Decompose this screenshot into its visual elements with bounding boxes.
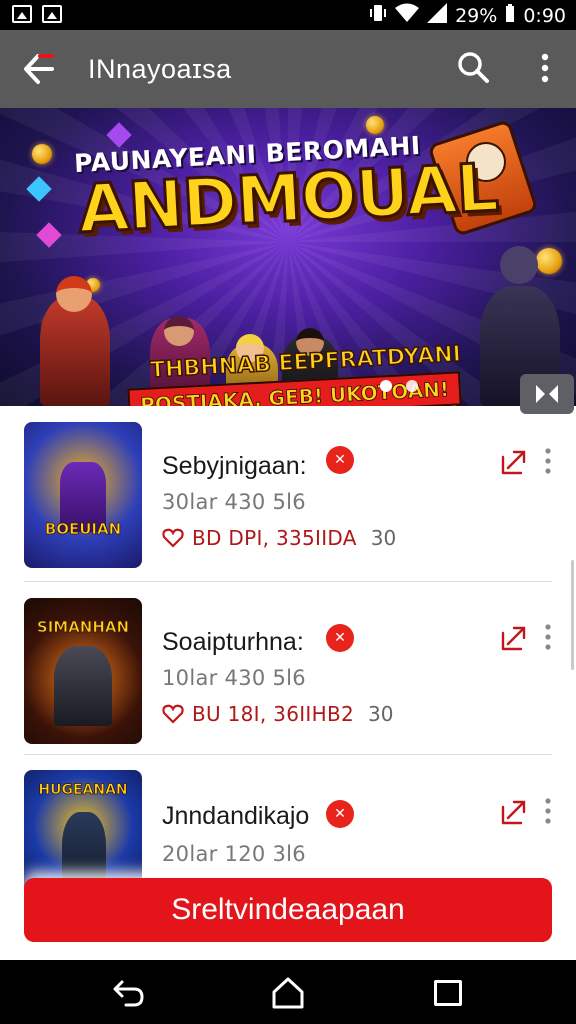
clock: 0:90 <box>523 4 566 27</box>
carousel-indicator <box>380 380 418 392</box>
thumbnail-text: BOEUIAN <box>44 520 122 539</box>
close-badge-icon[interactable]: ✕ <box>326 446 354 474</box>
gallery-icon <box>42 5 62 23</box>
coin-decoration <box>536 248 562 274</box>
carousel-dot-active[interactable] <box>380 380 392 392</box>
share-icon <box>501 626 526 651</box>
game-thumbnail[interactable]: HUGEANAN <box>24 770 142 894</box>
thumbnail-figure <box>54 646 112 726</box>
item-meta: BD DPI, 335IIDA 30 <box>162 526 396 550</box>
item-meta-text: BU 18I, 36IIHB2 <box>192 702 355 726</box>
battery-icon <box>505 3 515 28</box>
carousel-dot[interactable] <box>406 380 418 392</box>
nav-recents-button[interactable] <box>434 980 462 1006</box>
item-title[interactable]: Sebyjnigaan: <box>162 452 307 481</box>
heart-icon[interactable] <box>162 528 184 548</box>
nav-back-icon <box>113 980 144 1007</box>
list-item[interactable]: SIMANHAN Soaipturhna: ✕ 10lar 430 5l6 BU… <box>0 582 576 756</box>
item-more-button[interactable] <box>540 796 556 826</box>
search-button[interactable] <box>456 50 492 86</box>
thumbnail-text: HUGEANAN <box>38 782 128 799</box>
coin-decoration <box>366 116 384 134</box>
item-more-button[interactable] <box>540 622 556 652</box>
item-more-button[interactable] <box>540 446 556 476</box>
share-button[interactable] <box>500 798 528 826</box>
fullscreen-icon <box>536 385 558 403</box>
back-button[interactable] <box>18 50 58 88</box>
item-subtitle: 30lar 430 5l6 <box>162 490 306 514</box>
nav-home-button[interactable] <box>270 976 306 1010</box>
share-button[interactable] <box>500 624 528 652</box>
item-meta-count: 30 <box>370 526 397 550</box>
status-bar: 29% 0:90 <box>0 0 576 30</box>
more-vert-icon <box>541 53 549 83</box>
more-options-button[interactable] <box>534 50 556 86</box>
search-icon <box>458 52 489 83</box>
close-badge-icon[interactable]: ✕ <box>326 800 354 828</box>
more-vert-icon <box>545 624 551 650</box>
item-title[interactable]: Soaipturhna: <box>162 628 304 657</box>
divider <box>24 754 552 755</box>
share-icon <box>501 800 526 825</box>
character-head <box>56 276 92 312</box>
app-bar: INnayoaɪsa <box>0 30 576 108</box>
promo-banner[interactable]: PAUNAYEANI BEROMAHI ANDMOUAL THBHNAB EEP… <box>0 108 576 406</box>
system-nav-bar <box>0 960 576 1024</box>
status-left-icons <box>12 5 62 23</box>
status-right: 29% 0:90 <box>369 3 566 28</box>
more-vert-icon <box>545 448 551 474</box>
share-icon <box>501 450 526 475</box>
coin-decoration <box>32 144 52 164</box>
item-subtitle: 20lar 120 3l6 <box>162 842 306 866</box>
item-meta-count: 30 <box>368 702 394 726</box>
thumbnail-text: SIMANHAN <box>36 618 130 637</box>
back-arrow-icon <box>24 54 54 84</box>
item-meta-text: BD DPI, 335IIDA <box>192 526 357 550</box>
wifi-icon <box>395 3 420 28</box>
nav-home-icon <box>272 977 304 1009</box>
battery-level: 29% <box>455 4 498 27</box>
item-subtitle: 10lar 430 5l6 <box>162 666 306 690</box>
close-badge-icon[interactable]: ✕ <box>326 624 354 652</box>
more-vert-icon <box>545 798 551 824</box>
signal-icon <box>427 3 448 28</box>
vibrate-icon <box>369 3 387 28</box>
app-title: INnayoaɪsa <box>88 54 232 84</box>
list-item[interactable]: BOEUIAN Sebyjnigaan: ✕ 30lar 430 5l6 BD … <box>0 406 576 582</box>
item-meta: BU 18I, 36IIHB2 30 <box>162 702 393 726</box>
character-head <box>500 246 538 284</box>
heart-icon[interactable] <box>162 704 184 724</box>
character-figure <box>40 296 110 406</box>
character-head <box>164 316 194 346</box>
primary-action-button[interactable]: Sreltvindeaapaan <box>24 878 552 942</box>
game-thumbnail[interactable]: BOEUIAN <box>24 422 142 568</box>
game-thumbnail[interactable]: SIMANHAN <box>24 598 142 744</box>
scrollbar-thumb[interactable] <box>571 560 574 670</box>
share-button[interactable] <box>500 448 528 476</box>
nav-back-button[interactable] <box>112 978 146 1008</box>
item-title[interactable]: Jnndandikajo <box>162 802 309 831</box>
image-icon <box>12 5 32 23</box>
